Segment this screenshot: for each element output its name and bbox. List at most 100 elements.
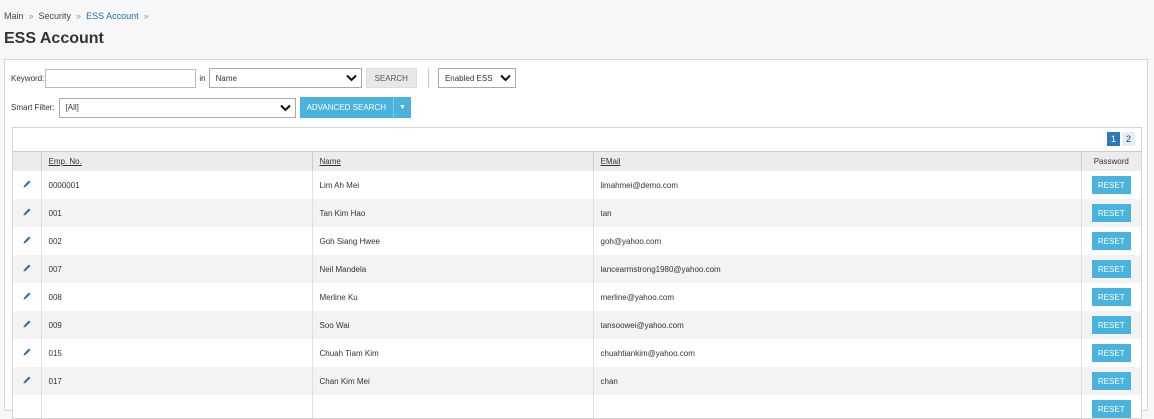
reset-password-button[interactable]: RESET — [1091, 204, 1131, 222]
table-row: 0000001 Lim Ah Mei limahmei@demo.com RESET — [13, 171, 1141, 199]
caret-down-icon[interactable]: ▼ — [394, 104, 411, 111]
emp-no-cell: 007 — [40, 255, 312, 283]
reset-password-button[interactable]: RESET — [1091, 288, 1131, 306]
reset-password-button[interactable]: RESET — [1091, 260, 1131, 278]
breadcrumb-main[interactable]: Main — [4, 11, 24, 21]
smart-filter-value: [All] — [65, 103, 79, 112]
chevron-down-icon — [345, 74, 357, 82]
emp-no-cell: 002 — [40, 227, 312, 255]
table-header-row: Emp. No. Name EMail Password — [13, 151, 1141, 171]
column-header-emp-no[interactable]: Emp. No. — [40, 151, 312, 171]
keyword-label: Keyword: — [11, 73, 45, 83]
name-cell: Chuah Tiam Kim — [311, 339, 593, 367]
emp-no-cell: 017 — [40, 367, 312, 395]
reset-password-button[interactable]: RESET — [1091, 372, 1131, 390]
name-cell: Soo Wai — [311, 311, 593, 339]
page-2-button[interactable]: 2 — [1122, 132, 1135, 146]
emp-no-cell: 008 — [40, 283, 312, 311]
name-cell: Merline Ku — [311, 283, 593, 311]
edit-cell — [13, 395, 41, 418]
search-field-value: Name — [215, 73, 237, 83]
divider — [427, 68, 429, 88]
search-button[interactable]: SEARCH — [365, 68, 417, 88]
edit-column-header — [13, 151, 41, 171]
pencil-icon[interactable] — [22, 207, 32, 217]
smart-filter-label: Smart Filter: — [11, 103, 55, 112]
edit-cell — [13, 283, 41, 311]
password-cell: RESET — [1080, 311, 1141, 339]
edit-cell — [13, 311, 41, 339]
name-cell: Neil Mandela — [311, 255, 593, 283]
table-row: 008 Merline Ku merline@yahoo.com RESET — [13, 283, 1141, 311]
name-cell: Chan Kim Mei — [311, 367, 593, 395]
email-cell: limahmei@demo.com — [592, 171, 1081, 199]
column-header-password: Password — [1080, 151, 1141, 171]
password-cell: RESET — [1080, 395, 1141, 418]
email-cell: lancearmstrong1980@yahoo.com — [592, 255, 1081, 283]
edit-cell — [13, 255, 41, 283]
reset-password-button[interactable]: RESET — [1091, 316, 1131, 334]
email-cell — [592, 395, 1081, 418]
ess-status-select[interactable]: Enabled ESS — [437, 68, 516, 88]
edit-cell — [13, 367, 41, 395]
email-cell: tan — [592, 199, 1081, 227]
column-header-email[interactable]: EMail — [592, 151, 1081, 171]
page-title: ESS Account — [4, 30, 104, 47]
email-cell: tansoowei@yahoo.com — [592, 311, 1081, 339]
pencil-icon[interactable] — [22, 179, 32, 189]
reset-password-button[interactable]: RESET — [1091, 176, 1131, 194]
edit-cell — [13, 339, 41, 367]
pencil-icon[interactable] — [22, 263, 32, 273]
pencil-icon[interactable] — [22, 319, 32, 329]
password-cell: RESET — [1080, 367, 1141, 395]
breadcrumb-separator: » — [28, 11, 34, 21]
table-row: 009 Soo Wai tansoowei@yahoo.com RESET — [13, 311, 1141, 339]
search-field-select[interactable]: Name — [208, 68, 362, 88]
advanced-search-button[interactable]: ADVANCED SEARCH ▼ — [299, 97, 411, 118]
ess-status-value: Enabled ESS — [444, 73, 493, 83]
keyword-input[interactable] — [45, 68, 197, 88]
table-row: RESET — [13, 395, 1141, 418]
reset-password-button[interactable]: RESET — [1091, 344, 1131, 362]
name-cell — [311, 395, 593, 418]
reset-password-button[interactable]: RESET — [1091, 232, 1131, 250]
edit-cell — [13, 171, 41, 199]
password-cell: RESET — [1080, 339, 1141, 367]
table-row: 017 Chan Kim Mei chan RESET — [13, 367, 1141, 395]
pencil-icon[interactable] — [22, 291, 32, 301]
breadcrumb: Main » Security » ESS Account » — [4, 11, 154, 21]
emp-no-cell: 009 — [40, 311, 312, 339]
table-row: 001 Tan Kim Hao tan RESET — [13, 199, 1141, 227]
edit-cell — [13, 199, 41, 227]
email-cell: merline@yahoo.com — [592, 283, 1081, 311]
reset-password-button[interactable]: RESET — [1091, 400, 1131, 418]
search-row: Keyword: in Name SEARCH Enabled ESS — [11, 68, 516, 88]
chevron-down-icon — [279, 104, 291, 111]
advanced-search-label[interactable]: ADVANCED SEARCH — [300, 97, 394, 118]
accounts-table: Emp. No. Name EMail Password 0000001 Lim … — [13, 151, 1141, 418]
search-panel: Keyword: in Name SEARCH Enabled ESS Smar… — [4, 59, 1148, 419]
pencil-icon[interactable] — [22, 375, 32, 385]
emp-no-cell: 001 — [40, 199, 312, 227]
breadcrumb-separator: » — [76, 11, 82, 21]
column-header-name[interactable]: Name — [311, 151, 593, 171]
in-label: in — [199, 73, 206, 83]
breadcrumb-security[interactable]: Security — [39, 11, 72, 21]
password-cell: RESET — [1080, 227, 1141, 255]
page-1-button[interactable]: 1 — [1107, 132, 1120, 146]
name-cell: Goh Siang Hwee — [311, 227, 593, 255]
email-cell: chan — [592, 367, 1081, 395]
table-row: 015 Chuah Tiam Kim chuahtiankim@yahoo.com R… — [13, 339, 1141, 367]
password-cell: RESET — [1080, 171, 1141, 199]
emp-no-cell: 015 — [40, 339, 312, 367]
password-cell: RESET — [1080, 199, 1141, 227]
breadcrumb-ess-account[interactable]: ESS Account — [86, 11, 139, 21]
password-cell: RESET — [1080, 283, 1141, 311]
smart-filter-row: Smart Filter: [All] ADVANCED SEARCH ▼ — [11, 97, 411, 118]
email-cell: goh@yahoo.com — [592, 227, 1081, 255]
emp-no-cell — [40, 395, 312, 418]
pencil-icon[interactable] — [22, 235, 32, 245]
pencil-icon[interactable] — [22, 347, 32, 357]
accounts-grid: 1 2 Emp. No. Name EMail Password 0000001… — [12, 127, 1142, 419]
smart-filter-select[interactable]: [All] — [58, 97, 296, 118]
